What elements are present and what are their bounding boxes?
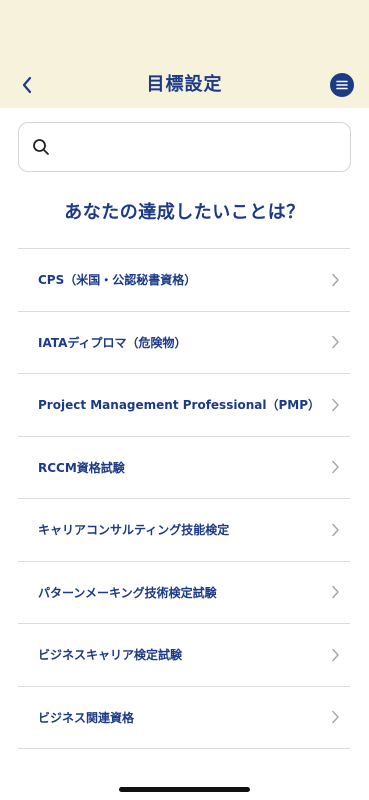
chevron-right-icon (332, 523, 339, 536)
chevron-right-icon (332, 648, 339, 661)
page-title: 目標設定 (146, 74, 223, 95)
goal-item-label: キャリアコンサルティング技能検定 (38, 523, 230, 538)
search-input[interactable] (60, 123, 338, 171)
search-icon (33, 139, 49, 155)
menu-button[interactable] (330, 73, 354, 97)
goal-item-iata[interactable]: IATAディプロマ（危険物） (18, 312, 350, 374)
goal-item-label: パターンメーキング技術検定試験 (38, 585, 217, 600)
header: 目標設定 (0, 0, 369, 108)
goal-item-label: ビジネス関連資格 (38, 710, 135, 725)
goal-item-pattern-making[interactable]: パターンメーキング技術検定試験 (18, 562, 350, 624)
goal-item-label: IATAディプロマ（危険物） (38, 335, 187, 350)
chevron-right-icon (332, 711, 339, 724)
chevron-right-icon (332, 273, 339, 286)
chevron-right-icon (332, 398, 339, 411)
goal-item-rccm[interactable]: RCCM資格試験 (18, 437, 350, 499)
chevron-right-icon (332, 586, 339, 599)
search-box[interactable] (18, 122, 351, 172)
chevron-right-icon (332, 336, 339, 349)
goal-item-label: Project Management Professional（PMP） (38, 398, 320, 413)
question-heading: あなたの達成したいことは？ (64, 202, 305, 223)
goal-item-label: CPS（米国・公認秘書資格） (38, 273, 197, 288)
goal-item-business-career[interactable]: ビジネスキャリア検定試験 (18, 624, 350, 687)
goal-item-label: ビジネスキャリア検定試験 (38, 648, 183, 663)
goal-item-business-related[interactable]: ビジネス関連資格 (18, 687, 350, 749)
goal-item-career-consulting[interactable]: キャリアコンサルティング技能検定 (18, 499, 350, 562)
hamburger-menu-icon (336, 80, 348, 90)
chevron-right-icon (332, 461, 339, 474)
goal-item-cps[interactable]: CPS（米国・公認秘書資格） (18, 249, 350, 312)
home-indicator[interactable] (119, 787, 250, 792)
goal-list: CPS（米国・公認秘書資格） IATAディプロマ（危険物） Project Ma… (18, 248, 350, 749)
goal-item-label: RCCM資格試験 (38, 460, 125, 475)
goal-item-pmp[interactable]: Project Management Professional（PMP） (18, 374, 350, 437)
